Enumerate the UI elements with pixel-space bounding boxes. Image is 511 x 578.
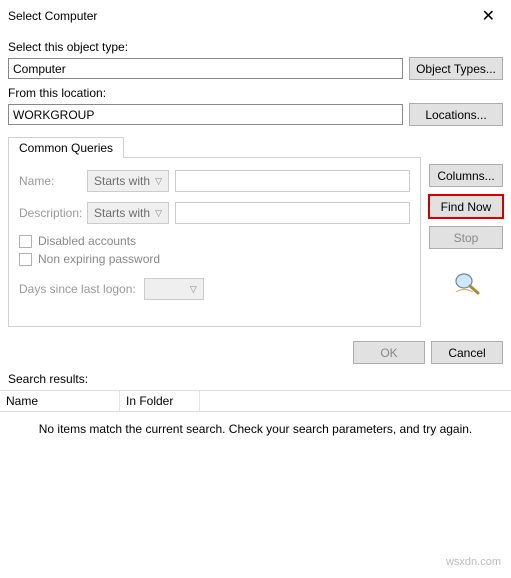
- empty-results-message: No items match the current search. Check…: [0, 412, 511, 476]
- description-label: Description:: [19, 206, 81, 220]
- cancel-button[interactable]: Cancel: [431, 341, 503, 364]
- object-type-input[interactable]: [8, 58, 403, 79]
- non-expiring-label: Non expiring password: [38, 252, 160, 266]
- chevron-down-icon: ▽: [155, 208, 162, 219]
- column-header-spacer: [200, 391, 511, 411]
- days-since-logon-select: ▽: [144, 278, 204, 300]
- name-mode-value: Starts with: [94, 174, 150, 188]
- titlebar: Select Computer ✕: [0, 0, 511, 30]
- disabled-accounts-label: Disabled accounts: [38, 234, 136, 248]
- object-type-label: Select this object type:: [8, 40, 503, 54]
- disabled-accounts-row: Disabled accounts: [19, 234, 410, 248]
- description-input[interactable]: [175, 202, 410, 224]
- search-results-label: Search results:: [0, 370, 511, 388]
- search-icon: [451, 271, 481, 295]
- non-expiring-checkbox: [19, 253, 32, 266]
- description-mode-select: Starts with ▽: [87, 202, 169, 224]
- name-label: Name:: [19, 174, 81, 188]
- column-header-name[interactable]: Name: [0, 391, 120, 411]
- find-now-button[interactable]: Find Now: [429, 195, 503, 218]
- results-header: Name In Folder: [0, 390, 511, 412]
- dialog-title: Select Computer: [8, 9, 97, 23]
- select-computer-dialog: Select Computer ✕ Select this object typ…: [0, 0, 511, 578]
- name-mode-select: Starts with ▽: [87, 170, 169, 192]
- location-label: From this location:: [8, 86, 503, 100]
- right-button-column: Columns... Find Now Stop: [429, 136, 503, 327]
- ok-button: OK: [353, 341, 425, 364]
- columns-button[interactable]: Columns...: [429, 164, 503, 187]
- dialog-buttons: OK Cancel: [0, 327, 511, 370]
- locations-button[interactable]: Locations...: [409, 103, 503, 126]
- dialog-content: Select this object type: Object Types...…: [0, 30, 511, 327]
- days-since-logon-label: Days since last logon:: [19, 282, 136, 296]
- name-input[interactable]: [175, 170, 410, 192]
- location-input[interactable]: [8, 104, 403, 125]
- column-header-infolder[interactable]: In Folder: [120, 391, 200, 411]
- common-queries-panel: Name: Starts with ▽ Description: Starts …: [8, 157, 421, 327]
- chevron-down-icon: ▽: [155, 176, 162, 187]
- tab-common-queries[interactable]: Common Queries: [8, 137, 124, 158]
- watermark-text: wsxdn.com: [0, 476, 511, 578]
- non-expiring-row: Non expiring password: [19, 252, 410, 266]
- description-mode-value: Starts with: [94, 206, 150, 220]
- close-icon[interactable]: ✕: [476, 6, 501, 26]
- tab-strip: Common Queries: [8, 136, 421, 157]
- stop-button: Stop: [429, 226, 503, 249]
- object-types-button[interactable]: Object Types...: [409, 57, 503, 80]
- disabled-accounts-checkbox: [19, 235, 32, 248]
- chevron-down-icon: ▽: [190, 284, 197, 295]
